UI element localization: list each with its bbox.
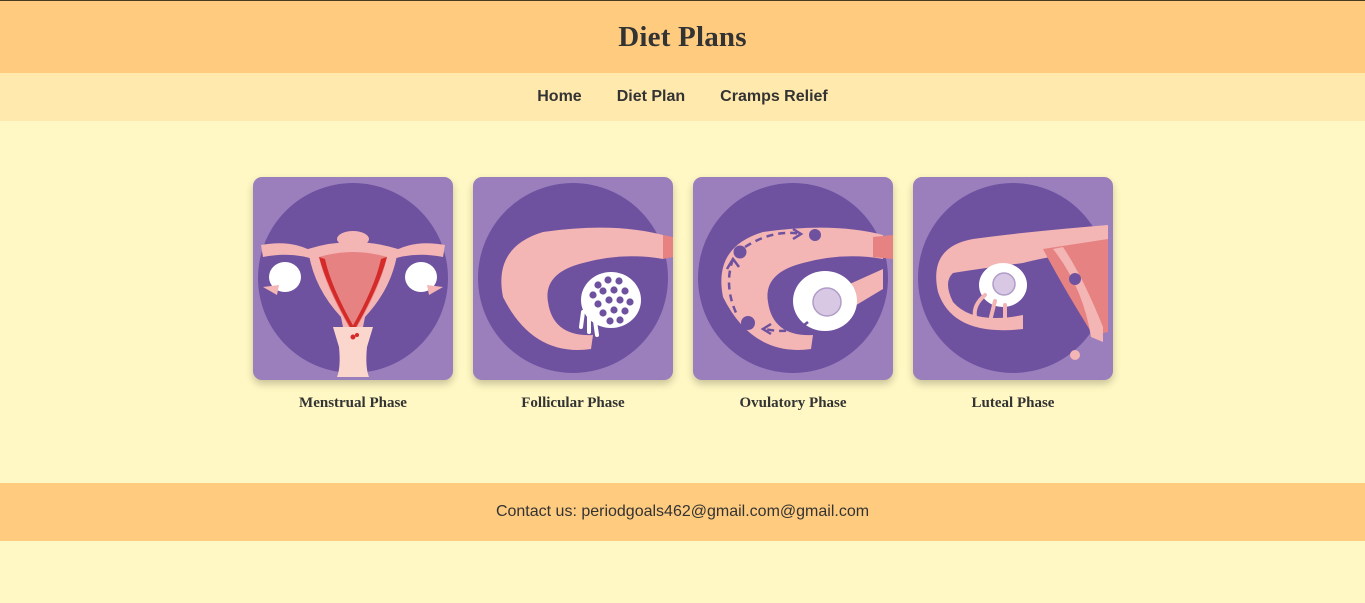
phase-label: Follicular Phase [521, 395, 625, 411]
nav-link-home[interactable]: Home [537, 88, 581, 106]
site-footer: Contact us: periodgoals462@gmail.com@gma… [0, 483, 1365, 541]
follicle-illustration-icon[interactable] [473, 177, 673, 380]
nav-link-diet-plan[interactable]: Diet Plan [617, 88, 685, 106]
ovulation-illustration-icon[interactable] [693, 177, 893, 380]
phase-card-luteal[interactable]: Luteal Phase [913, 177, 1113, 412]
phase-label: Menstrual Phase [299, 395, 407, 411]
uterus-illustration-icon[interactable] [253, 177, 453, 380]
phase-label: Ovulatory Phase [739, 395, 847, 411]
phase-card-follicular[interactable]: Follicular Phase [473, 177, 673, 412]
phase-card-menstrual[interactable]: Menstrual Phase [253, 177, 453, 412]
main-content: Menstrual Phase Follicular Phase Ovulato… [0, 121, 1365, 483]
site-header: Diet Plans [0, 1, 1365, 73]
page-title: Diet Plans [618, 20, 747, 53]
nav-link-cramps-relief[interactable]: Cramps Relief [720, 88, 828, 106]
phase-card-ovulatory[interactable]: Ovulatory Phase [693, 177, 893, 412]
contact-text: Contact us: periodgoals462@gmail.com@gma… [495, 503, 870, 520]
phase-label: Luteal Phase [971, 395, 1055, 411]
luteal-illustration-icon[interactable] [913, 177, 1113, 380]
phase-cards: Menstrual Phase Follicular Phase Ovulato… [253, 177, 1113, 412]
main-nav: Home Diet Plan Cramps Relief [0, 73, 1365, 121]
